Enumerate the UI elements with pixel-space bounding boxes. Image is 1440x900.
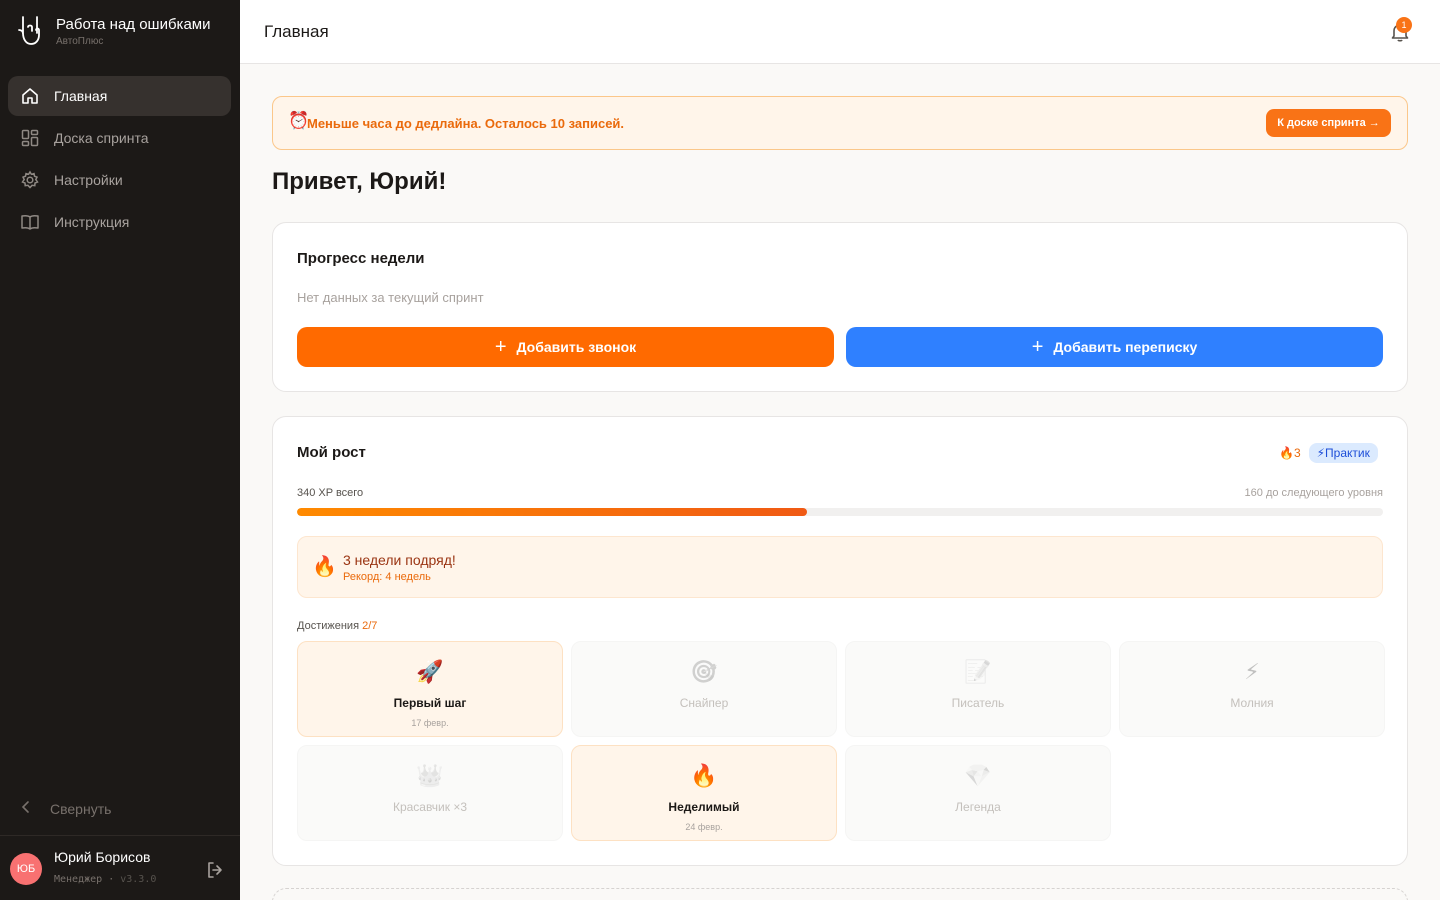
logout-icon[interactable]: [205, 860, 225, 880]
achievements-label: Достижения 2/7: [297, 620, 378, 632]
avatar[interactable]: ЮБ: [10, 853, 42, 885]
dashed-placeholder: [272, 888, 1408, 900]
fire-icon: 🔥: [312, 556, 337, 578]
achievement-card[interactable]: ⚡ Молния: [1119, 641, 1385, 737]
lightning-icon: ⚡: [1244, 659, 1260, 684]
collapse-sidebar-button[interactable]: Свернуть: [20, 800, 111, 817]
add-call-button[interactable]: + Добавить звонок: [297, 327, 834, 367]
plus-icon: +: [494, 336, 507, 358]
achievement-name: Красавчик ×3: [392, 800, 468, 814]
xp-progress-fill: [297, 508, 808, 516]
achievement-name: Первый шаг: [393, 696, 467, 710]
achievement-name: Молния: [1230, 696, 1274, 710]
brand-title: Работа над ошибками: [56, 16, 211, 33]
memo-icon: 📝: [964, 659, 992, 684]
achievement-name: Легенда: [955, 800, 1001, 814]
achievement-card[interactable]: 👑 Красавчик ×3: [297, 745, 563, 841]
sidebar-item-label: Доска спринта: [54, 130, 149, 146]
page-title: Главная: [264, 22, 329, 41]
sidebar-item-home[interactable]: Главная: [8, 76, 231, 116]
deadline-alert: ⏰ Меньше часа до дедлайна. Осталось 10 з…: [272, 96, 1408, 150]
alarm-clock-icon: ⏰: [288, 111, 310, 130]
rocket-icon: 🚀: [416, 659, 444, 684]
streak-box: 🔥 3 недели подряд! Рекорд: 4 недель: [297, 536, 1383, 598]
greeting: Привет, Юрий!: [272, 168, 447, 195]
alert-text: Меньше часа до дедлайна. Осталось 10 зап…: [307, 116, 625, 131]
achievement-card[interactable]: 💎 Легенда: [845, 745, 1111, 841]
growth-badges: 🔥3 ⚡Практик: [1279, 443, 1378, 463]
streak-badge: 🔥3: [1279, 446, 1301, 460]
weekly-progress-card: Прогресс недели Нет данных за текущий сп…: [272, 222, 1408, 392]
go-to-sprint-board-button[interactable]: К доске спринта →: [1266, 109, 1391, 137]
user-role: Менеджер · v3.3.0: [54, 874, 157, 885]
achievement-name: Неделимый: [668, 800, 740, 814]
top-header: Главная 1: [240, 0, 1440, 64]
achievement-card[interactable]: 📝 Писатель: [845, 641, 1111, 737]
brand-subtitle: АвтоПлюс: [56, 36, 104, 47]
plus-icon: +: [1031, 336, 1044, 358]
home-icon: [20, 86, 40, 106]
user-block: ЮБ Юрий Борисов Менеджер · v3.3.0: [0, 835, 240, 900]
sidebar-item-label: Главная: [54, 88, 108, 104]
achievement-name: Снайпер: [679, 696, 729, 710]
grid-icon: [20, 128, 40, 148]
empty-state-text: Нет данных за текущий спринт: [297, 290, 484, 305]
level-badge: ⚡Практик: [1308, 443, 1378, 463]
achievement-date: 24 февр.: [685, 822, 723, 832]
fire-icon: 🔥: [690, 763, 718, 788]
streak-title: 3 недели подряд!: [343, 552, 456, 568]
book-icon: [20, 212, 40, 232]
sidebar-nav: Главная Доска спринта Настройки Инструкц…: [8, 76, 231, 244]
sidebar-item-sprint-board[interactable]: Доска спринта: [8, 118, 231, 158]
crown-icon: 👑: [416, 763, 444, 788]
collapse-label: Свернуть: [50, 800, 112, 817]
add-chat-button[interactable]: + Добавить переписку: [846, 327, 1383, 367]
xp-to-next-level: 160 до следующего уровня: [1244, 487, 1383, 499]
sidebar-item-instructions[interactable]: Инструкция: [8, 202, 231, 242]
achievement-card[interactable]: 🚀 Первый шаг 17 февр.: [297, 641, 563, 737]
sidebar-item-settings[interactable]: Настройки: [8, 160, 231, 200]
sidebar-item-label: Инструкция: [54, 214, 130, 230]
achievements-grid: 🚀 Первый шаг 17 февр. 🎯 Снайпер 📝 Писатель ⚡ Мол…: [297, 641, 1385, 841]
achievement-card[interactable]: 🔥 Неделимый 24 февр.: [571, 745, 837, 841]
achievement-date: 17 февр.: [411, 718, 449, 728]
card-title: Мой рост: [297, 444, 366, 461]
brand[interactable]: Работа над ошибками АвтоПлюс: [16, 14, 210, 48]
sidebar: Работа над ошибками АвтоПлюс Главная Дос…: [0, 0, 240, 900]
button-label: Добавить звонок: [516, 339, 637, 355]
user-name: Юрий Борисов: [54, 849, 151, 865]
xp-progress-bar: [297, 508, 1383, 516]
xp-total: 340 XP всего: [297, 487, 364, 499]
gear-icon: [20, 170, 40, 190]
rock-hand-logo-icon: [18, 16, 40, 45]
achievement-name: Писатель: [951, 696, 1005, 710]
chevron-left-icon: [20, 800, 32, 817]
gem-icon: 💎: [964, 763, 992, 788]
target-icon: 🎯: [690, 659, 718, 684]
achievement-card[interactable]: 🎯 Снайпер: [571, 641, 837, 737]
my-growth-card: Мой рост 🔥3 ⚡Практик 340 XP всего 160 до…: [272, 416, 1408, 866]
button-label: Добавить переписку: [1053, 339, 1198, 355]
notification-badge: 1: [1396, 17, 1412, 33]
streak-record: Рекорд: 4 недель: [343, 571, 431, 583]
sidebar-item-label: Настройки: [54, 172, 123, 188]
card-title: Прогресс недели: [297, 250, 425, 267]
